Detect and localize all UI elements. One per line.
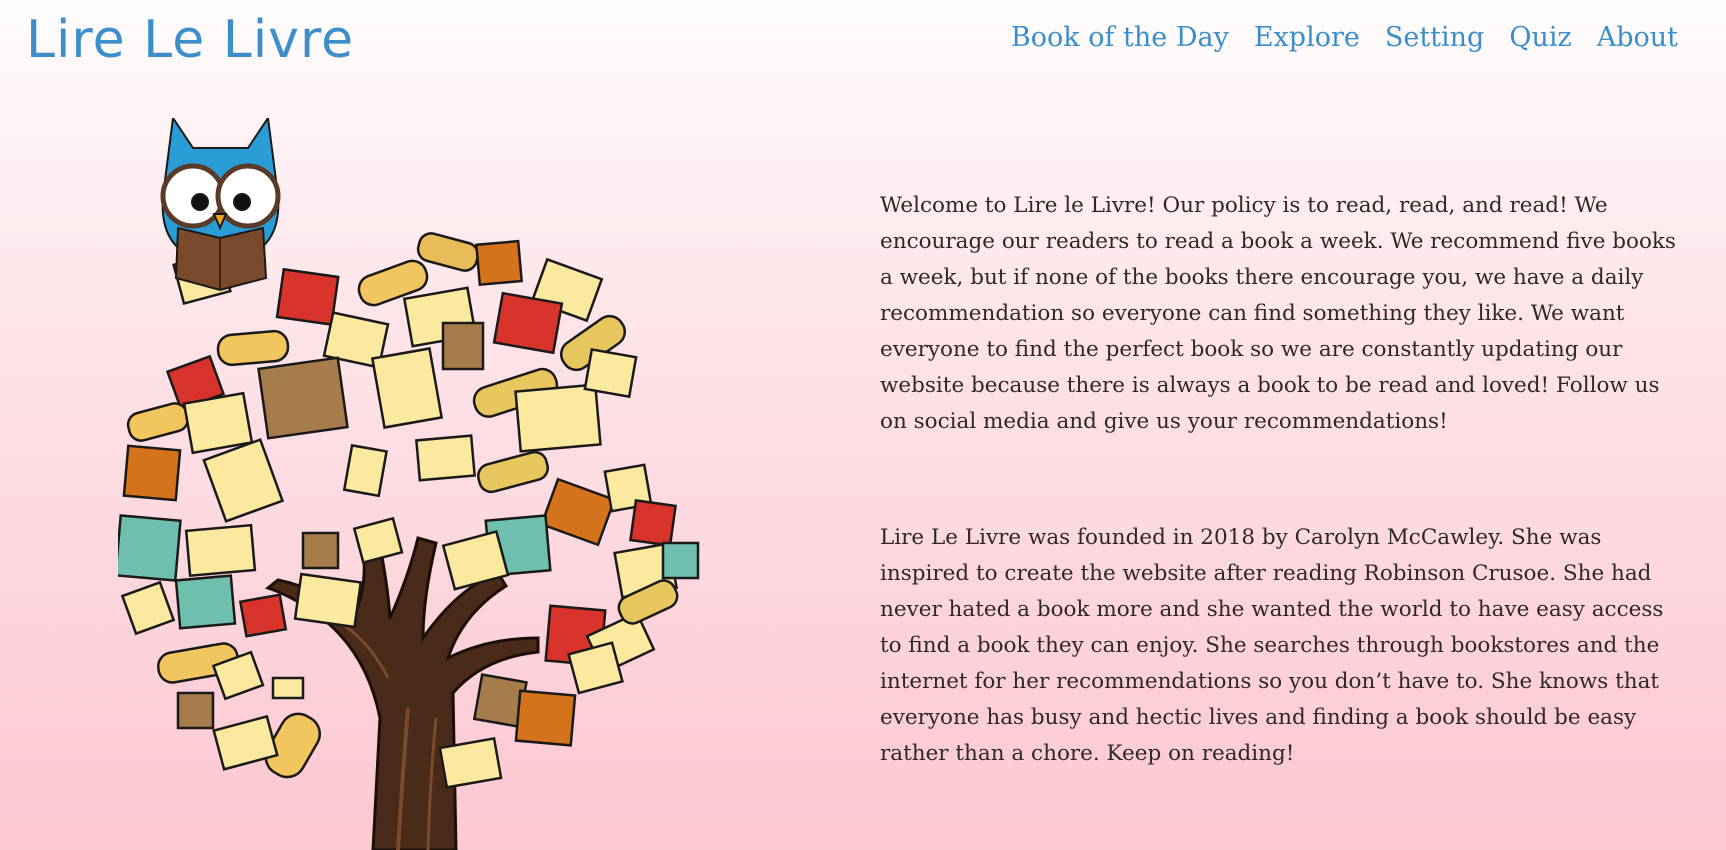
founder-paragraph: Lire Le Livre was founded in 2018 by Car… [880, 525, 1664, 766]
site-title[interactable]: Lire Le Livre [26, 10, 354, 70]
owl [160, 115, 281, 292]
welcome-paragraph: Welcome to Lire le Livre! Our policy is … [880, 193, 1676, 434]
owl-book-tree-icon [114, 115, 700, 850]
nav-about[interactable]: About [1597, 22, 1678, 53]
nav-book-of-the-day[interactable]: Book of the Day [1011, 22, 1229, 53]
book-tree-illustration [114, 115, 758, 850]
main-nav: Book of the Day Explore Setting Quiz Abo… [1011, 22, 1678, 53]
nav-setting[interactable]: Setting [1385, 22, 1484, 53]
nav-quiz[interactable]: Quiz [1509, 22, 1571, 53]
nav-explore[interactable]: Explore [1254, 22, 1360, 53]
main-content: Welcome to Lire le Livre! Our policy is … [880, 188, 1690, 772]
